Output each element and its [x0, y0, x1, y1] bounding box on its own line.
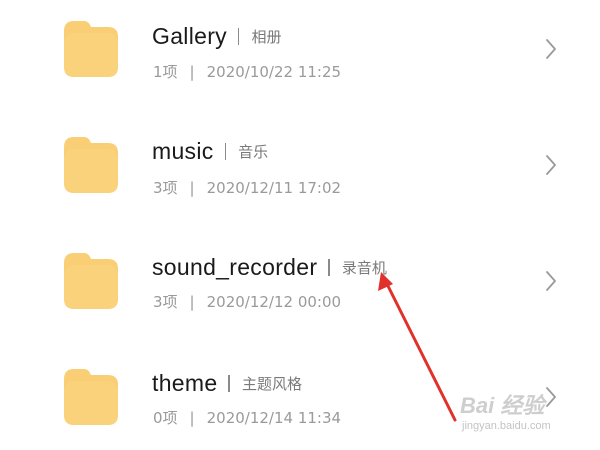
folder-name: Gallery: [152, 22, 227, 49]
modified-date: 2020/12/12 00:00: [206, 292, 342, 311]
folder-name-line: sound_recorder 录音机: [152, 252, 387, 282]
meta-separator: |: [189, 178, 195, 197]
item-count: 0项: [153, 409, 178, 427]
folder-name: sound_recorder: [152, 253, 318, 280]
name-separator: [228, 374, 230, 392]
chevron-right-icon[interactable]: [544, 38, 558, 60]
meta-separator: |: [189, 62, 195, 81]
folder-meta: 3项 | 2020/12/11 17:02: [153, 177, 341, 198]
folder-icon: [60, 17, 122, 79]
folder-name: music: [152, 137, 214, 164]
chevron-right-icon[interactable]: [544, 154, 558, 176]
folder-meta: 0项 | 2020/12/14 11:34: [153, 407, 341, 428]
name-separator: [237, 27, 240, 45]
folder-meta: 1项 | 2020/10/22 11:25: [153, 61, 341, 82]
folder-icon: [60, 133, 122, 195]
baidu-watermark: Bai 经验 jingyan.baidu.com: [460, 388, 580, 440]
watermark-url: jingyan.baidu.com: [462, 420, 551, 432]
modified-date: 2020/10/22 11:25: [206, 62, 342, 81]
folder-alias: 相册: [251, 27, 282, 46]
watermark-brand: Bai 经验: [460, 393, 545, 418]
name-separator: [224, 142, 227, 160]
folder-row-gallery[interactable]: Gallery 相册 1项 | 2020/10/22 11:25: [0, 0, 600, 100]
folder-name: theme: [152, 369, 218, 396]
folder-alias: 音乐: [238, 142, 269, 161]
meta-separator: |: [189, 292, 195, 311]
folder-alias: 录音机: [341, 258, 387, 277]
meta-separator: |: [189, 408, 195, 427]
folder-icon: [60, 249, 122, 311]
file-list-screen: Gallery 相册 1项 | 2020/10/22 11:25 music 音…: [0, 0, 600, 450]
folder-row-sound-recorder[interactable]: sound_recorder 录音机 3项 | 2020/12/12 00:00: [0, 232, 600, 332]
folder-name-line: music 音乐: [152, 136, 268, 166]
folder-alias: 主题风格: [241, 374, 302, 393]
folder-icon: [60, 365, 122, 427]
modified-date: 2020/12/14 11:34: [206, 408, 342, 427]
name-separator: [328, 258, 330, 276]
item-count: 3项: [153, 179, 178, 197]
item-count: 3项: [153, 293, 178, 311]
folder-name-line: theme 主题风格: [152, 368, 302, 398]
chevron-right-icon[interactable]: [544, 270, 558, 292]
folder-name-line: Gallery 相册: [152, 21, 281, 51]
item-count: 1项: [153, 63, 178, 81]
modified-date: 2020/12/11 17:02: [206, 178, 342, 197]
folder-row-music[interactable]: music 音乐 3项 | 2020/12/11 17:02: [0, 116, 600, 216]
folder-meta: 3项 | 2020/12/12 00:00: [153, 291, 341, 312]
